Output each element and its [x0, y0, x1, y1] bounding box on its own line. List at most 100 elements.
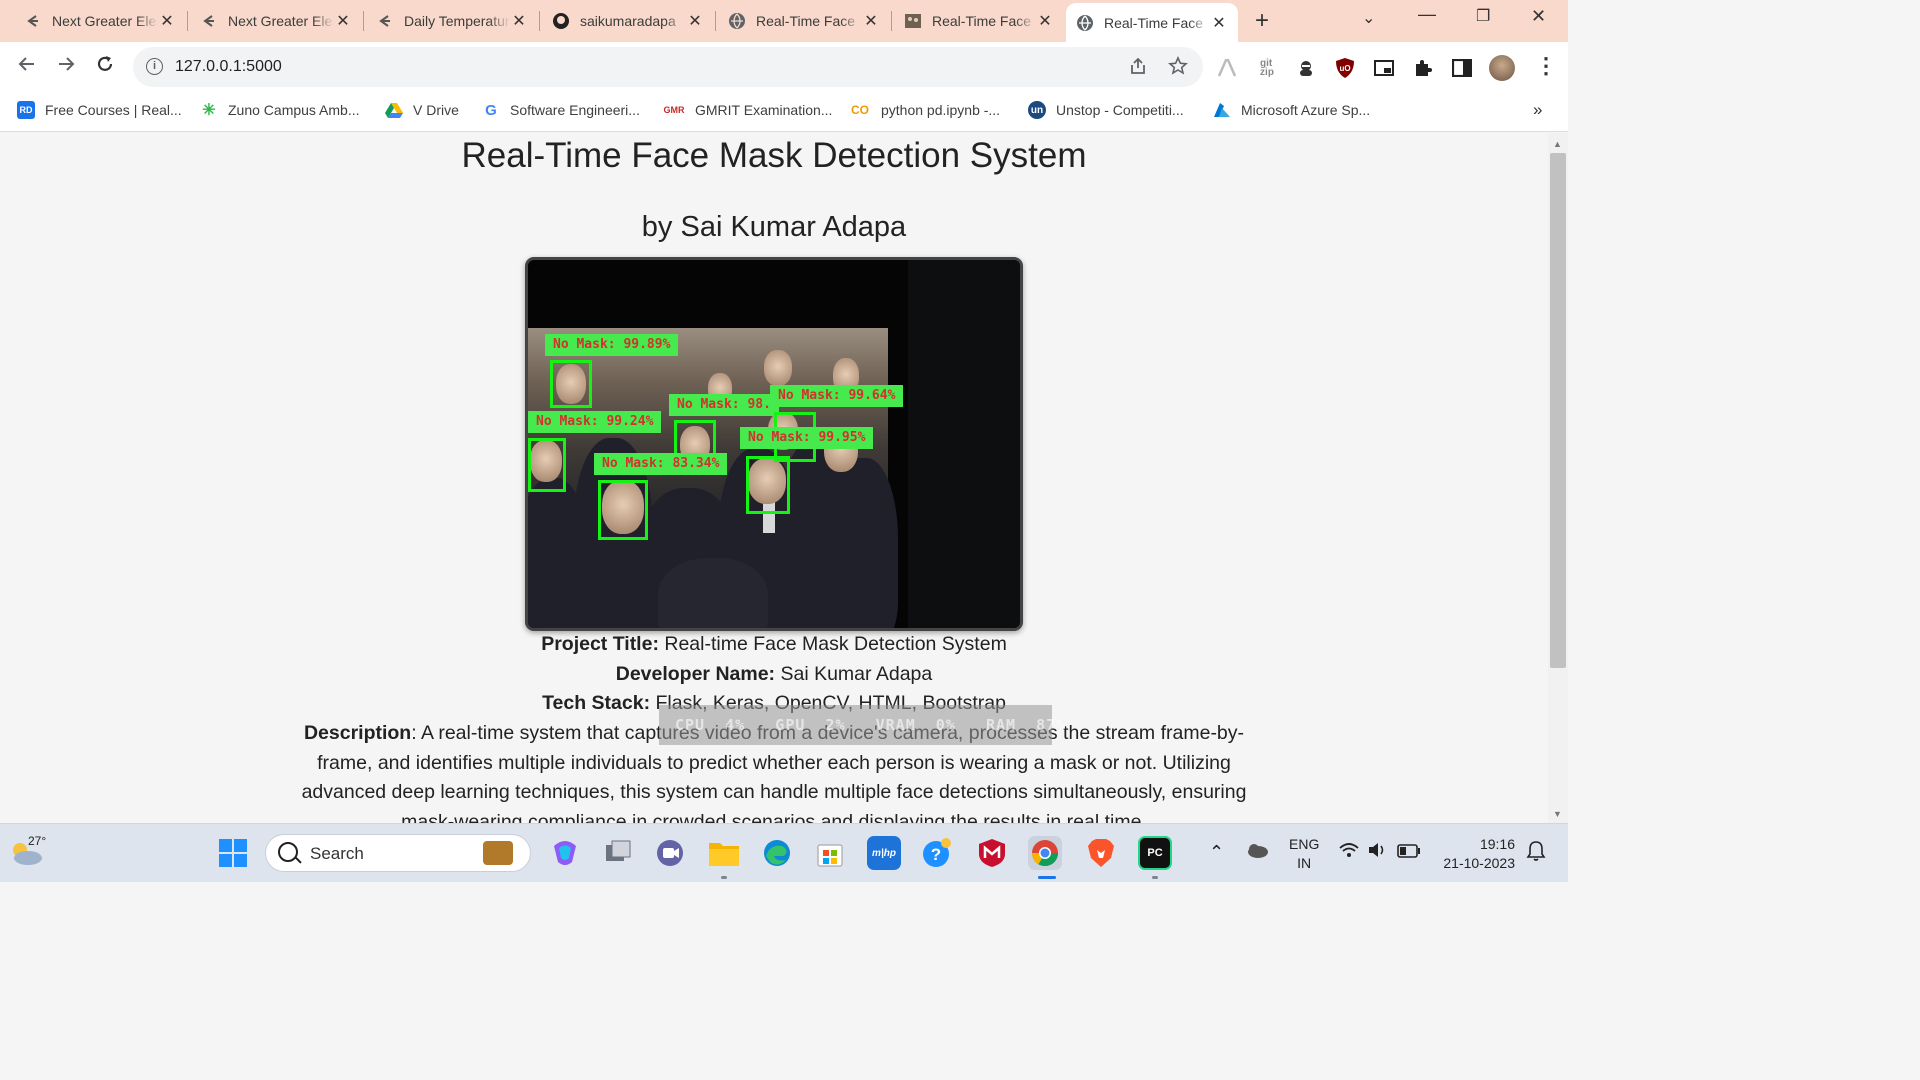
- share-icon[interactable]: [1128, 56, 1148, 81]
- bookmark-free-courses[interactable]: RD Free Courses | Real...: [17, 101, 182, 119]
- profile-avatar[interactable]: [1489, 55, 1515, 81]
- unstop-icon: un: [1028, 101, 1046, 119]
- clock-time: 19:16: [1479, 836, 1515, 852]
- teams-chat-icon[interactable]: [653, 836, 687, 870]
- azure-icon: [1213, 101, 1231, 119]
- extensions-puzzle-icon[interactable]: [1412, 57, 1434, 79]
- vertical-scrollbar[interactable]: ▲ ▼: [1548, 133, 1568, 823]
- taskbar-search-box[interactable]: Search: [265, 834, 531, 872]
- close-icon[interactable]: ✕: [862, 11, 880, 31]
- reload-button[interactable]: [91, 53, 119, 81]
- gfg-icon: [24, 12, 42, 30]
- project-title-value: Real-time Face Mask Detection System: [658, 633, 1007, 655]
- bookmark-unstop[interactable]: un Unstop - Competiti...: [1028, 101, 1184, 119]
- tab-realtime-face-2[interactable]: Real-Time Face ✕: [894, 4, 1064, 38]
- url-text[interactable]: 127.0.0.1:5000: [175, 58, 282, 76]
- page-title: Real-Time Face Mask Detection System: [461, 136, 1087, 175]
- help-icon[interactable]: ?: [920, 836, 954, 870]
- image-icon: [904, 12, 922, 30]
- face-detection-box: [528, 438, 566, 492]
- globe-icon: [728, 12, 746, 30]
- tab-github[interactable]: saikumaradapa ✕: [542, 4, 714, 38]
- scrollbar-thumb[interactable]: [1550, 153, 1566, 668]
- tab-next-greater-1[interactable]: Next Greater Element ✕: [14, 4, 186, 38]
- extension-a-icon[interactable]: [1216, 57, 1238, 79]
- wifi-icon[interactable]: [1339, 842, 1359, 863]
- close-icon[interactable]: ✕: [158, 11, 176, 31]
- temperature-text[interactable]: 27°: [28, 834, 46, 848]
- close-icon[interactable]: ✕: [1210, 13, 1228, 33]
- language-indicator[interactable]: ENG IN: [1289, 835, 1319, 873]
- minimize-button[interactable]: —: [1418, 4, 1436, 25]
- gfg-icon: [376, 12, 394, 30]
- lang-code: ENG: [1289, 836, 1320, 852]
- mhp-app-icon[interactable]: m|hp: [867, 836, 901, 870]
- new-tab-button[interactable]: +: [1255, 7, 1269, 35]
- bookmark-label: python pd.ipynb -...: [881, 102, 1001, 118]
- windows-taskbar: 27° Search m|hp ? PC ⌃ ENG IN 19:16 21-1…: [0, 823, 1568, 882]
- file-explorer-icon[interactable]: [707, 836, 741, 870]
- forward-button[interactable]: [52, 53, 80, 81]
- scroll-down-arrow-icon[interactable]: ▼: [1553, 809, 1562, 819]
- bookmark-python-colab[interactable]: CO python pd.ipynb -...: [849, 101, 1000, 119]
- bookmark-v-drive[interactable]: V Drive: [385, 101, 459, 119]
- tab-title: saikumaradapa: [580, 13, 676, 29]
- chrome-icon[interactable]: [1028, 836, 1062, 870]
- tab-daily-temperatures[interactable]: Daily Temperatures ✕: [366, 4, 538, 38]
- microsoft-store-icon[interactable]: [813, 836, 847, 870]
- site-info-icon[interactable]: i: [146, 58, 163, 75]
- bookmark-zuno[interactable]: ✳ Zuno Campus Amb...: [200, 101, 359, 119]
- svg-text:?: ?: [931, 845, 941, 864]
- pycharm-icon[interactable]: PC: [1138, 836, 1172, 870]
- rd-icon: RD: [17, 101, 35, 119]
- task-view-icon[interactable]: [601, 836, 635, 870]
- bookmarks-overflow-icon[interactable]: »: [1533, 100, 1542, 120]
- notifications-icon[interactable]: [1526, 840, 1546, 867]
- battery-icon[interactable]: [1397, 842, 1421, 863]
- bookmarks-bar: RD Free Courses | Real... ✳ Zuno Campus …: [0, 92, 1568, 132]
- bookmark-star-icon[interactable]: [1168, 56, 1188, 81]
- gfg-icon: [200, 12, 218, 30]
- developer-value: Sai Kumar Adapa: [775, 663, 933, 685]
- restore-button[interactable]: ❐: [1476, 6, 1490, 26]
- system-clock[interactable]: 19:16 21-10-2023: [1437, 835, 1515, 873]
- close-icon[interactable]: ✕: [686, 11, 704, 31]
- tab-realtime-face-active[interactable]: Real-Time Face ✕: [1066, 3, 1238, 42]
- bookmark-gmrit[interactable]: GMR GMRIT Examination...: [663, 101, 833, 119]
- volume-icon[interactable]: [1367, 842, 1387, 863]
- developer-line: Developer Name: Sai Kumar Adapa: [0, 663, 1548, 686]
- bookmark-label: Microsoft Azure Sp...: [1241, 102, 1371, 118]
- tab-realtime-face-1[interactable]: Real-Time Face ✕: [718, 4, 890, 38]
- edge-icon[interactable]: [760, 836, 794, 870]
- address-bar[interactable]: i 127.0.0.1:5000: [133, 47, 1203, 87]
- show-hidden-icons-chevron[interactable]: ⌃: [1209, 842, 1224, 863]
- github-icon: [552, 12, 570, 30]
- bookmark-label: Free Courses | Real...: [45, 102, 182, 118]
- performance-overlay: CPU 4% GPU 2% VRAM 0% RAM 87%: [659, 705, 1065, 745]
- back-button[interactable]: [13, 53, 41, 81]
- close-icon[interactable]: ✕: [1036, 11, 1054, 31]
- bookmark-azure[interactable]: Microsoft Azure Sp...: [1213, 101, 1370, 119]
- detection-label: No Mask: 99.24%: [528, 411, 662, 433]
- side-panel-icon[interactable]: [1451, 57, 1473, 79]
- close-icon[interactable]: ✕: [334, 11, 352, 31]
- ublock-icon[interactable]: uO: [1334, 57, 1356, 79]
- project-title-line: Project Title: Real-time Face Mask Detec…: [0, 633, 1548, 656]
- gitzip-icon[interactable]: git zip: [1256, 57, 1278, 79]
- tab-search-chevron-icon[interactable]: ⌄: [1362, 8, 1375, 28]
- close-window-button[interactable]: ✕: [1531, 6, 1546, 27]
- bookmark-software-engineering[interactable]: G Software Engineeri...: [482, 101, 640, 119]
- detection-label: No Mask: 99.95%: [740, 427, 874, 449]
- brave-icon[interactable]: [1084, 836, 1118, 870]
- picture-in-picture-icon[interactable]: [1373, 57, 1395, 79]
- copilot-icon[interactable]: [548, 836, 582, 870]
- project-title-label: Project Title:: [541, 633, 659, 655]
- mcafee-icon[interactable]: [975, 836, 1009, 870]
- scroll-up-arrow-icon[interactable]: ▲: [1553, 139, 1562, 149]
- tab-next-greater-2[interactable]: Next Greater Element ✕: [190, 4, 362, 38]
- onedrive-cloud-icon[interactable]: [1245, 842, 1269, 863]
- menu-kebab-icon[interactable]: ⋮: [1535, 53, 1557, 79]
- extension-spy-icon[interactable]: [1295, 57, 1317, 79]
- close-icon[interactable]: ✕: [510, 11, 528, 31]
- start-button[interactable]: [216, 836, 250, 870]
